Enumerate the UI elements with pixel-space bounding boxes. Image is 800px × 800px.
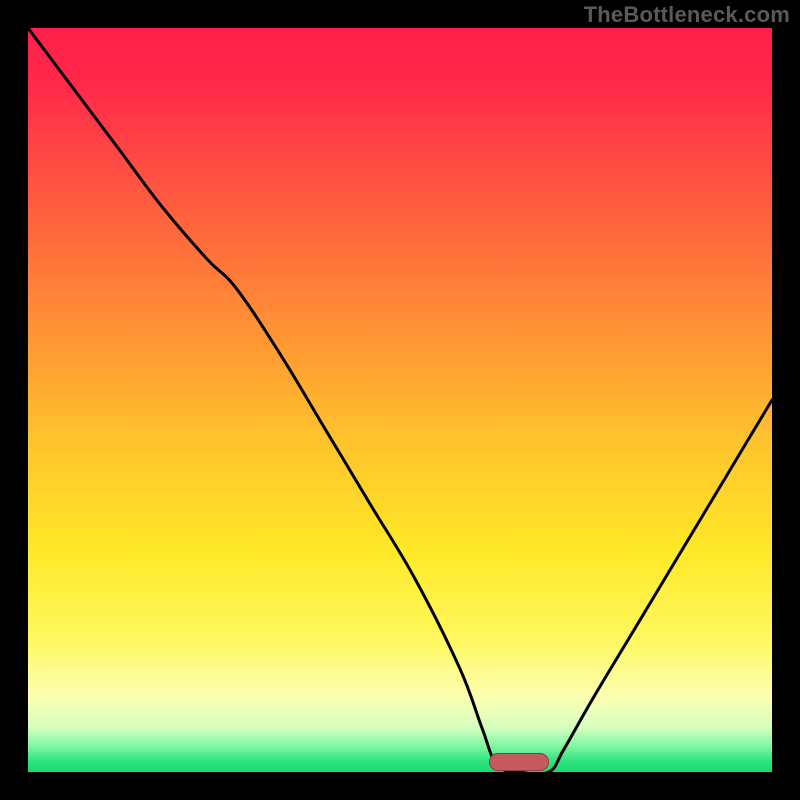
- optimal-marker: [489, 753, 549, 771]
- watermark-text: TheBottleneck.com: [584, 2, 790, 28]
- chart-frame: TheBottleneck.com: [0, 0, 800, 800]
- plot-area: [28, 28, 772, 772]
- bottleneck-curve: [28, 28, 772, 772]
